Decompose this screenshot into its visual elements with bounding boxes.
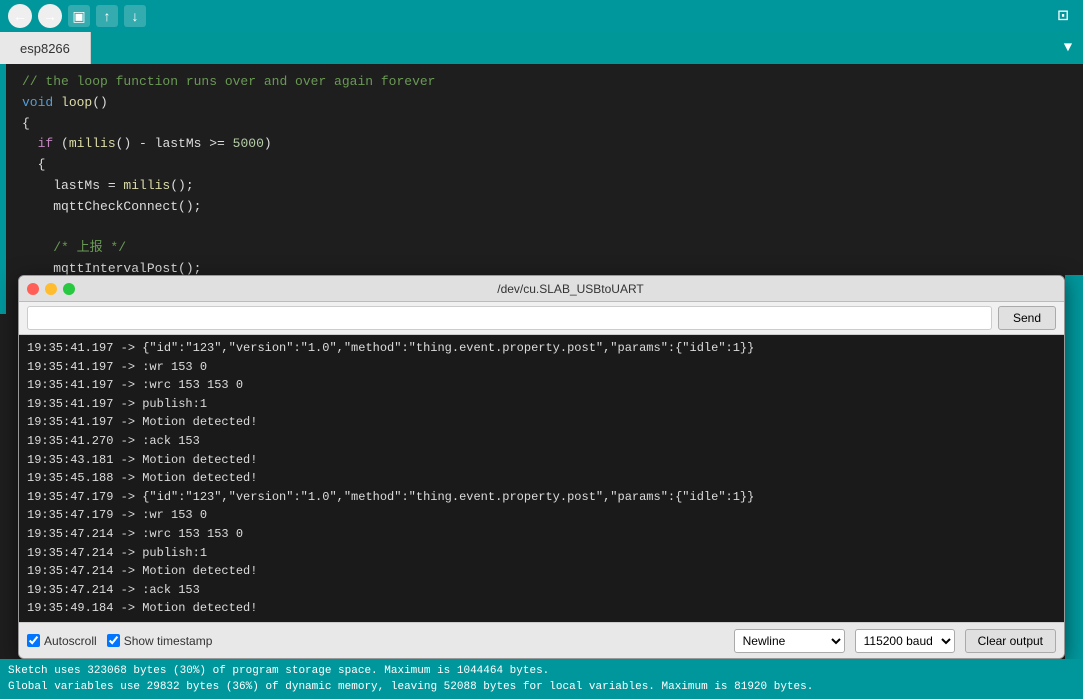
baud-select[interactable]: 9600 baud 19200 baud 38400 baud 57600 ba… [855, 629, 955, 653]
serial-input[interactable] [27, 306, 992, 330]
send-button[interactable]: Send [998, 306, 1056, 330]
line-number-bar [0, 64, 6, 314]
newline-select[interactable]: Newline No line ending Carriage return B… [734, 629, 845, 653]
toolbar: ← → ▣ ↑ ↓ ⊡ [0, 0, 1083, 32]
serial-title: /dev/cu.SLAB_USBtoUART [85, 282, 1056, 296]
code-line: if (millis() - lastMs >= 5000) [22, 134, 1071, 155]
right-arrow-btn[interactable]: → [38, 4, 62, 28]
traffic-lights [27, 283, 75, 295]
tab-arrow[interactable]: ▼ [1053, 32, 1083, 64]
status-bar: Sketch uses 323068 bytes (30%) of progra… [0, 659, 1083, 699]
status-line-2: Global variables use 29832 bytes (36%) o… [8, 679, 1075, 696]
left-arrow-btn[interactable]: ← [8, 4, 32, 28]
serial-monitor-window: /dev/cu.SLAB_USBtoUART Send 19:35:41.197… [18, 275, 1065, 659]
code-line: void loop() [22, 93, 1071, 114]
tab-bar: esp8266 ▼ [0, 32, 1083, 64]
tab-esp8266[interactable]: esp8266 [0, 32, 91, 64]
show-timestamp-checkbox[interactable] [107, 634, 120, 647]
serial-title-bar: /dev/cu.SLAB_USBtoUART [19, 276, 1064, 302]
clear-output-button[interactable]: Clear output [965, 629, 1056, 653]
serial-input-row: Send [19, 302, 1064, 335]
maximize-dot[interactable] [63, 283, 75, 295]
autoscroll-label[interactable]: Autoscroll [27, 634, 97, 648]
close-dot[interactable] [27, 283, 39, 295]
autoscroll-text: Autoscroll [44, 634, 97, 648]
serial-output[interactable]: 19:35:41.197 -> {"id":"123","version":"1… [19, 335, 1064, 622]
code-line: /* 上报 */ [22, 238, 1071, 259]
code-line: { [22, 155, 1071, 176]
new-file-btn[interactable]: ▣ [68, 5, 90, 27]
serial-bottom-bar: Autoscroll Show timestamp Newline No lin… [19, 622, 1064, 658]
code-line: { [22, 114, 1071, 135]
upload-btn[interactable]: ↑ [96, 5, 118, 27]
tab-label: esp8266 [20, 41, 70, 56]
status-line-1: Sketch uses 323068 bytes (30%) of progra… [8, 663, 1075, 680]
show-timestamp-label[interactable]: Show timestamp [107, 634, 213, 648]
code-line: mqttCheckConnect(); [22, 197, 1071, 218]
autoscroll-checkbox[interactable] [27, 634, 40, 647]
teal-strip [1065, 275, 1083, 659]
serial-monitor-icon[interactable]: ⊡ [1051, 4, 1075, 28]
code-line: // the loop function runs over and over … [22, 72, 1071, 93]
code-line: lastMs = millis(); [22, 176, 1071, 197]
download-btn[interactable]: ↓ [124, 5, 146, 27]
code-line [22, 218, 1071, 239]
show-timestamp-text: Show timestamp [124, 634, 213, 648]
minimize-dot[interactable] [45, 283, 57, 295]
